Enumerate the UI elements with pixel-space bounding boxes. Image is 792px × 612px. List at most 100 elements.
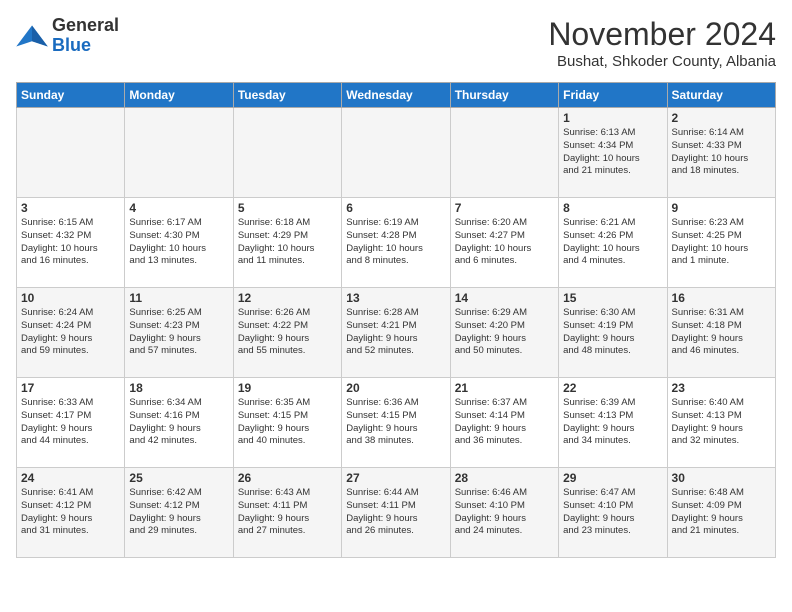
day-number: 17 xyxy=(21,381,120,395)
day-info: Sunrise: 6:17 AMSunset: 4:30 PMDaylight:… xyxy=(129,217,228,268)
day-number: 29 xyxy=(563,471,662,485)
day-info: Sunrise: 6:14 AMSunset: 4:33 PMDaylight:… xyxy=(672,127,771,178)
calendar-cell: 19 Sunrise: 6:35 AMSunset: 4:15 PMDayligh… xyxy=(233,378,341,468)
day-number: 14 xyxy=(455,291,554,305)
calendar-cell: 10Sunrise: 6:24 AMSunset: 4:24 PMDayligh… xyxy=(17,288,125,378)
calendar-header: SundayMondayTuesdayWednesdayThursdayFrid… xyxy=(17,83,776,108)
calendar-cell: 1 Sunrise: 6:13 AMSunset: 4:34 PMDaylight… xyxy=(559,108,667,198)
weekday-header-saturday: Saturday xyxy=(667,83,775,108)
day-info: Sunrise: 6:20 AMSunset: 4:27 PMDaylight:… xyxy=(455,217,554,268)
day-number: 6 xyxy=(346,201,445,215)
day-info: Sunrise: 6:21 AMSunset: 4:26 PMDaylight:… xyxy=(563,217,662,268)
day-number: 4 xyxy=(129,201,228,215)
calendar-cell xyxy=(125,108,233,198)
calendar-body: 1 Sunrise: 6:13 AMSunset: 4:34 PMDaylight… xyxy=(17,108,776,558)
day-info: Sunrise: 6:43 AMSunset: 4:11 PMDaylight:… xyxy=(238,487,337,538)
weekday-header-tuesday: Tuesday xyxy=(233,83,341,108)
day-info: Sunrise: 6:36 AMSunset: 4:15 PMDaylight:… xyxy=(346,397,445,448)
calendar-week-row: 1 Sunrise: 6:13 AMSunset: 4:34 PMDaylight… xyxy=(17,108,776,198)
calendar-week-row: 3Sunrise: 6:15 AMSunset: 4:32 PMDaylight… xyxy=(17,198,776,288)
day-info: Sunrise: 6:19 AMSunset: 4:28 PMDaylight:… xyxy=(346,217,445,268)
day-number: 1 xyxy=(563,111,662,125)
calendar-cell: 17 Sunrise: 6:33 AMSunset: 4:17 PMDayligh… xyxy=(17,378,125,468)
calendar-cell: 26 Sunrise: 6:43 AMSunset: 4:11 PMDayligh… xyxy=(233,468,341,558)
day-info: Sunrise: 6:42 AMSunset: 4:12 PMDaylight:… xyxy=(129,487,228,538)
logo-text: General Blue xyxy=(52,16,119,56)
calendar-week-row: 24 Sunrise: 6:41 AMSunset: 4:12 PMDayligh… xyxy=(17,468,776,558)
day-info: Sunrise: 6:44 AMSunset: 4:11 PMDaylight:… xyxy=(346,487,445,538)
calendar-cell: 24 Sunrise: 6:41 AMSunset: 4:12 PMDayligh… xyxy=(17,468,125,558)
calendar-cell: 12 Sunrise: 6:26 AMSunset: 4:22 PMDayligh… xyxy=(233,288,341,378)
day-number: 11 xyxy=(129,291,228,305)
day-number: 16 xyxy=(672,291,771,305)
day-info: Sunrise: 6:18 AMSunset: 4:29 PMDaylight:… xyxy=(238,217,337,268)
day-info: Sunrise: 6:30 AMSunset: 4:19 PMDaylight:… xyxy=(563,307,662,358)
calendar-cell: 28Sunrise: 6:46 AMSunset: 4:10 PMDayligh… xyxy=(450,468,558,558)
month-year-title: November 2024 xyxy=(548,16,776,53)
day-number: 9 xyxy=(672,201,771,215)
day-number: 30 xyxy=(672,471,771,485)
day-info: Sunrise: 6:28 AMSunset: 4:21 PMDaylight:… xyxy=(346,307,445,358)
day-number: 23 xyxy=(672,381,771,395)
weekday-header-sunday: Sunday xyxy=(17,83,125,108)
day-info: Sunrise: 6:41 AMSunset: 4:12 PMDaylight:… xyxy=(21,487,120,538)
calendar-cell: 5Sunrise: 6:18 AMSunset: 4:29 PMDaylight… xyxy=(233,198,341,288)
day-info: Sunrise: 6:34 AMSunset: 4:16 PMDaylight:… xyxy=(129,397,228,448)
day-info: Sunrise: 6:23 AMSunset: 4:25 PMDaylight:… xyxy=(672,217,771,268)
calendar-cell: 4 Sunrise: 6:17 AMSunset: 4:30 PMDaylight… xyxy=(125,198,233,288)
title-block: November 2024 Bushat, Shkoder County, Al… xyxy=(548,16,776,70)
day-info: Sunrise: 6:35 AMSunset: 4:15 PMDaylight:… xyxy=(238,397,337,448)
day-info: Sunrise: 6:33 AMSunset: 4:17 PMDaylight:… xyxy=(21,397,120,448)
day-number: 20 xyxy=(346,381,445,395)
calendar-cell: 2 Sunrise: 6:14 AMSunset: 4:33 PMDaylight… xyxy=(667,108,775,198)
weekday-header-friday: Friday xyxy=(559,83,667,108)
day-number: 13 xyxy=(346,291,445,305)
calendar-week-row: 10Sunrise: 6:24 AMSunset: 4:24 PMDayligh… xyxy=(17,288,776,378)
day-info: Sunrise: 6:25 AMSunset: 4:23 PMDaylight:… xyxy=(129,307,228,358)
calendar-cell: 23Sunrise: 6:40 AMSunset: 4:13 PMDayligh… xyxy=(667,378,775,468)
calendar-table: SundayMondayTuesdayWednesdayThursdayFrid… xyxy=(16,82,776,558)
weekday-header-wednesday: Wednesday xyxy=(342,83,450,108)
day-number: 22 xyxy=(563,381,662,395)
calendar-cell: 25 Sunrise: 6:42 AMSunset: 4:12 PMDayligh… xyxy=(125,468,233,558)
weekday-header-thursday: Thursday xyxy=(450,83,558,108)
day-number: 25 xyxy=(129,471,228,485)
day-info: Sunrise: 6:13 AMSunset: 4:34 PMDaylight:… xyxy=(563,127,662,178)
day-info: Sunrise: 6:47 AMSunset: 4:10 PMDaylight:… xyxy=(563,487,662,538)
day-info: Sunrise: 6:39 AMSunset: 4:13 PMDaylight:… xyxy=(563,397,662,448)
calendar-cell: 21 Sunrise: 6:37 AMSunset: 4:14 PMDayligh… xyxy=(450,378,558,468)
calendar-cell: 13 Sunrise: 6:28 AMSunset: 4:21 PMDayligh… xyxy=(342,288,450,378)
day-number: 24 xyxy=(21,471,120,485)
location-subtitle: Bushat, Shkoder County, Albania xyxy=(548,53,776,70)
day-number: 27 xyxy=(346,471,445,485)
weekday-header-row: SundayMondayTuesdayWednesdayThursdayFrid… xyxy=(17,83,776,108)
day-info: Sunrise: 6:26 AMSunset: 4:22 PMDaylight:… xyxy=(238,307,337,358)
day-number: 12 xyxy=(238,291,337,305)
calendar-cell: 15Sunrise: 6:30 AMSunset: 4:19 PMDayligh… xyxy=(559,288,667,378)
page-header: General Blue November 2024 Bushat, Shkod… xyxy=(16,16,776,70)
calendar-cell: 6 Sunrise: 6:19 AMSunset: 4:28 PMDaylight… xyxy=(342,198,450,288)
logo: General Blue xyxy=(16,16,119,56)
day-info: Sunrise: 6:46 AMSunset: 4:10 PMDaylight:… xyxy=(455,487,554,538)
day-number: 18 xyxy=(129,381,228,395)
day-number: 2 xyxy=(672,111,771,125)
calendar-cell: 8Sunrise: 6:21 AMSunset: 4:26 PMDaylight… xyxy=(559,198,667,288)
calendar-cell: 9 Sunrise: 6:23 AMSunset: 4:25 PMDaylight… xyxy=(667,198,775,288)
calendar-cell xyxy=(233,108,341,198)
calendar-week-row: 17 Sunrise: 6:33 AMSunset: 4:17 PMDayligh… xyxy=(17,378,776,468)
calendar-cell: 22 Sunrise: 6:39 AMSunset: 4:13 PMDayligh… xyxy=(559,378,667,468)
day-number: 26 xyxy=(238,471,337,485)
weekday-header-monday: Monday xyxy=(125,83,233,108)
day-number: 19 xyxy=(238,381,337,395)
day-number: 21 xyxy=(455,381,554,395)
calendar-cell: 18 Sunrise: 6:34 AMSunset: 4:16 PMDayligh… xyxy=(125,378,233,468)
calendar-cell xyxy=(17,108,125,198)
day-info: Sunrise: 6:29 AMSunset: 4:20 PMDaylight:… xyxy=(455,307,554,358)
day-number: 7 xyxy=(455,201,554,215)
day-info: Sunrise: 6:48 AMSunset: 4:09 PMDaylight:… xyxy=(672,487,771,538)
day-info: Sunrise: 6:15 AMSunset: 4:32 PMDaylight:… xyxy=(21,217,120,268)
calendar-cell xyxy=(342,108,450,198)
day-info: Sunrise: 6:37 AMSunset: 4:14 PMDaylight:… xyxy=(455,397,554,448)
calendar-cell: 29 Sunrise: 6:47 AMSunset: 4:10 PMDayligh… xyxy=(559,468,667,558)
day-info: Sunrise: 6:31 AMSunset: 4:18 PMDaylight:… xyxy=(672,307,771,358)
